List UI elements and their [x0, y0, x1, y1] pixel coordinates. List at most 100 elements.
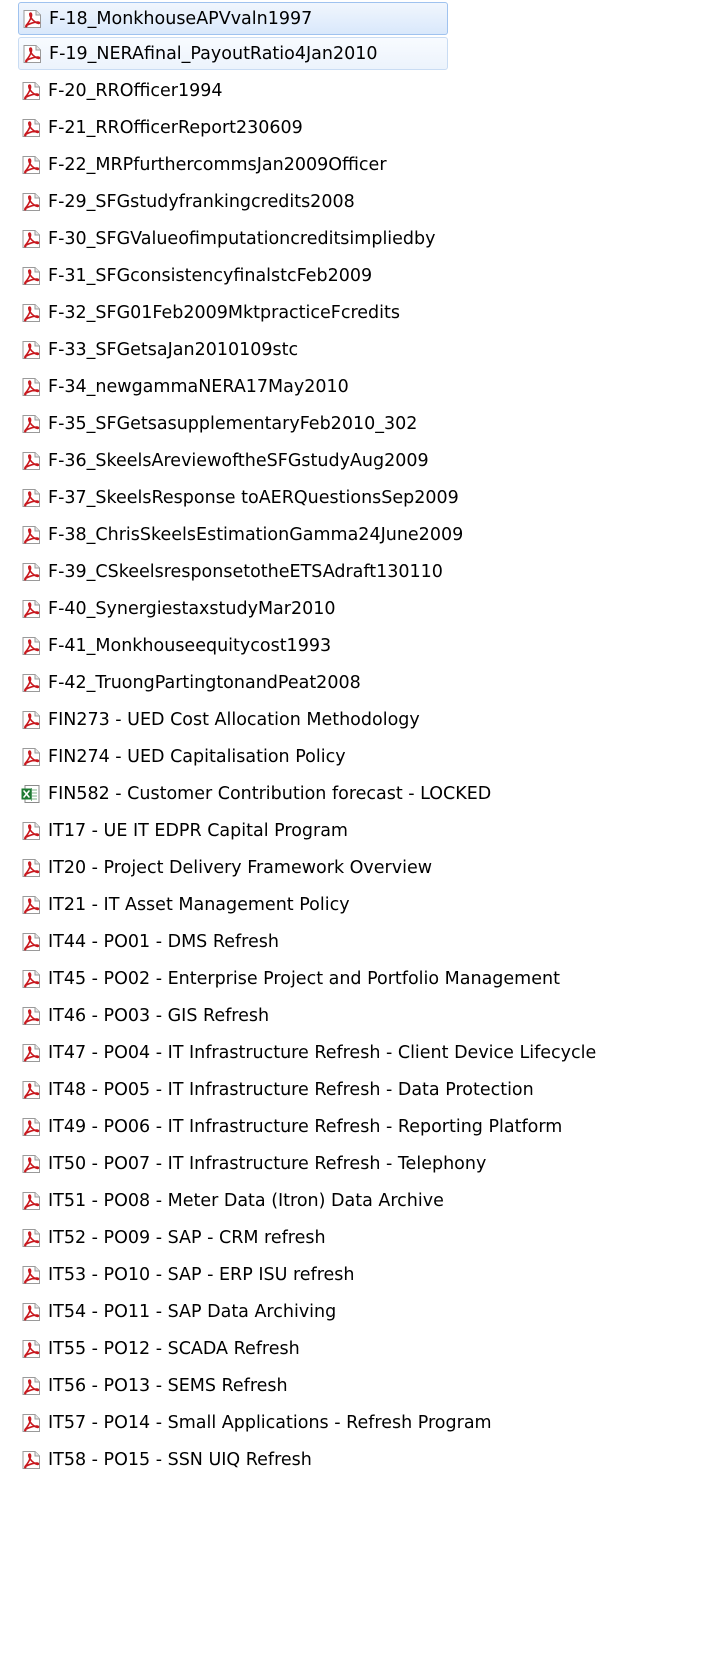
pdf-icon	[20, 857, 42, 879]
file-item[interactable]: F-40_SynergiestaxstudyMar2010	[18, 590, 713, 627]
file-name: F-38_ChrisSkeelsEstimationGamma24June200…	[48, 524, 464, 545]
pdf-icon	[20, 1190, 42, 1212]
file-item[interactable]: F-31_SFGconsistencyfinalstcFeb2009	[18, 257, 713, 294]
file-item[interactable]: F-32_SFG01Feb2009MktpracticeFcredits	[18, 294, 713, 331]
pdf-icon	[20, 1375, 42, 1397]
file-item[interactable]: IT58 - PO15 - SSN UIQ Refresh	[18, 1441, 713, 1478]
file-item[interactable]: FIN582 - Customer Contribution forecast …	[18, 775, 713, 812]
file-item[interactable]: IT44 - PO01 - DMS Refresh	[18, 923, 713, 960]
pdf-icon	[20, 820, 42, 842]
file-item[interactable]: IT54 - PO11 - SAP Data Archiving	[18, 1293, 713, 1330]
file-item[interactable]: F-18_MonkhouseAPVvaln1997	[18, 2, 448, 35]
file-item[interactable]: F-41_Monkhouseequitycost1993	[18, 627, 713, 664]
pdf-icon	[20, 1153, 42, 1175]
file-name: IT17 - UE IT EDPR Capital Program	[48, 820, 348, 841]
pdf-icon	[20, 968, 42, 990]
file-name: IT50 - PO07 - IT Infrastructure Refresh …	[48, 1153, 487, 1174]
file-item[interactable]: IT51 - PO08 - Meter Data (Itron) Data Ar…	[18, 1182, 713, 1219]
file-item[interactable]: IT55 - PO12 - SCADA Refresh	[18, 1330, 713, 1367]
file-name: IT57 - PO14 - Small Applications - Refre…	[48, 1412, 492, 1433]
file-item[interactable]: IT17 - UE IT EDPR Capital Program	[18, 812, 713, 849]
file-item[interactable]: F-39_CSkeelsresponsetotheETSAdraft130110	[18, 553, 713, 590]
file-name: F-31_SFGconsistencyfinalstcFeb2009	[48, 265, 373, 286]
pdf-icon	[20, 487, 42, 509]
file-item[interactable]: F-33_SFGetsaJan2010109stc	[18, 331, 713, 368]
file-name: IT53 - PO10 - SAP - ERP ISU refresh	[48, 1264, 355, 1285]
pdf-icon	[20, 1005, 42, 1027]
pdf-icon	[20, 1116, 42, 1138]
pdf-icon	[20, 228, 42, 250]
file-item[interactable]: FIN273 - UED Cost Allocation Methodology	[18, 701, 713, 738]
pdf-icon	[20, 931, 42, 953]
pdf-icon	[20, 1042, 42, 1064]
pdf-icon	[20, 265, 42, 287]
pdf-icon	[20, 1338, 42, 1360]
pdf-icon	[20, 709, 42, 731]
file-item[interactable]: IT45 - PO02 - Enterprise Project and Por…	[18, 960, 713, 997]
file-item[interactable]: F-21_RROfficerReport230609	[18, 109, 713, 146]
file-name: F-35_SFGetsasupplementaryFeb2010_302	[48, 413, 418, 434]
pdf-icon	[20, 302, 42, 324]
file-name: IT44 - PO01 - DMS Refresh	[48, 931, 279, 952]
file-item[interactable]: IT57 - PO14 - Small Applications - Refre…	[18, 1404, 713, 1441]
file-name: F-33_SFGetsaJan2010109stc	[48, 339, 299, 360]
file-name: F-37_SkeelsResponse toAERQuestionsSep200…	[48, 487, 459, 508]
file-item[interactable]: F-36_SkeelsAreviewoftheSFGstudyAug2009	[18, 442, 713, 479]
file-name: FIN273 - UED Cost Allocation Methodology	[48, 709, 420, 730]
file-item[interactable]: F-30_SFGValueofimputationcreditsimpliedb…	[18, 220, 713, 257]
pdf-icon	[20, 1227, 42, 1249]
file-name: F-22_MRPfurthercommsJan2009Officer	[48, 154, 387, 175]
file-item[interactable]: F-38_ChrisSkeelsEstimationGamma24June200…	[18, 516, 713, 553]
file-name: F-32_SFG01Feb2009MktpracticeFcredits	[48, 302, 400, 323]
file-name: IT47 - PO04 - IT Infrastructure Refresh …	[48, 1042, 597, 1063]
file-name: F-19_NERAfinal_PayoutRatio4Jan2010	[49, 43, 378, 64]
file-item[interactable]: F-29_SFGstudyfrankingcredits2008	[18, 183, 713, 220]
file-name: F-30_SFGValueofimputationcreditsimpliedb…	[48, 228, 436, 249]
file-item[interactable]: F-35_SFGetsasupplementaryFeb2010_302	[18, 405, 713, 442]
file-item[interactable]: IT48 - PO05 - IT Infrastructure Refresh …	[18, 1071, 713, 1108]
file-item[interactable]: IT49 - PO06 - IT Infrastructure Refresh …	[18, 1108, 713, 1145]
file-item[interactable]: F-42_TruongPartingtonandPeat2008	[18, 664, 713, 701]
pdf-icon	[20, 191, 42, 213]
file-item[interactable]: IT56 - PO13 - SEMS Refresh	[18, 1367, 713, 1404]
file-item[interactable]: IT53 - PO10 - SAP - ERP ISU refresh	[18, 1256, 713, 1293]
pdf-icon	[20, 450, 42, 472]
file-name: F-29_SFGstudyfrankingcredits2008	[48, 191, 355, 212]
file-name: F-39_CSkeelsresponsetotheETSAdraft130110	[48, 561, 443, 582]
file-item[interactable]: FIN274 - UED Capitalisation Policy	[18, 738, 713, 775]
file-item[interactable]: F-34_newgammaNERA17May2010	[18, 368, 713, 405]
file-list[interactable]: F-18_MonkhouseAPVvaln1997 F-19_NERAfinal_…	[0, 0, 713, 1676]
pdf-icon	[20, 1264, 42, 1286]
file-item[interactable]: F-22_MRPfurthercommsJan2009Officer	[18, 146, 713, 183]
file-name: IT45 - PO02 - Enterprise Project and Por…	[48, 968, 560, 989]
file-item[interactable]: IT52 - PO09 - SAP - CRM refresh	[18, 1219, 713, 1256]
pdf-icon	[21, 43, 43, 65]
file-item[interactable]: F-20_RROfficer1994	[18, 72, 713, 109]
file-name: IT49 - PO06 - IT Infrastructure Refresh …	[48, 1116, 563, 1137]
file-item[interactable]: IT21 - IT Asset Management Policy	[18, 886, 713, 923]
file-item[interactable]: F-19_NERAfinal_PayoutRatio4Jan2010	[18, 37, 448, 70]
pdf-icon	[20, 1449, 42, 1471]
file-item[interactable]: F-37_SkeelsResponse toAERQuestionsSep200…	[18, 479, 713, 516]
file-name: F-20_RROfficer1994	[48, 80, 223, 101]
pdf-icon	[20, 376, 42, 398]
file-name: IT54 - PO11 - SAP Data Archiving	[48, 1301, 337, 1322]
file-item[interactable]: IT20 - Project Delivery Framework Overvi…	[18, 849, 713, 886]
file-name: IT48 - PO05 - IT Infrastructure Refresh …	[48, 1079, 534, 1100]
file-name: F-42_TruongPartingtonandPeat2008	[48, 672, 361, 693]
file-item[interactable]: IT50 - PO07 - IT Infrastructure Refresh …	[18, 1145, 713, 1182]
pdf-icon	[20, 635, 42, 657]
file-name: FIN582 - Customer Contribution forecast …	[48, 783, 492, 804]
pdf-icon	[20, 1412, 42, 1434]
file-name: F-18_MonkhouseAPVvaln1997	[49, 8, 313, 29]
file-item[interactable]: IT47 - PO04 - IT Infrastructure Refresh …	[18, 1034, 713, 1071]
file-name: IT52 - PO09 - SAP - CRM refresh	[48, 1227, 326, 1248]
excel-icon	[20, 783, 42, 805]
pdf-icon	[20, 598, 42, 620]
pdf-icon	[20, 1301, 42, 1323]
file-item[interactable]: IT46 - PO03 - GIS Refresh	[18, 997, 713, 1034]
pdf-icon	[20, 339, 42, 361]
file-name: IT58 - PO15 - SSN UIQ Refresh	[48, 1449, 312, 1470]
file-name: IT20 - Project Delivery Framework Overvi…	[48, 857, 433, 878]
pdf-icon	[20, 672, 42, 694]
